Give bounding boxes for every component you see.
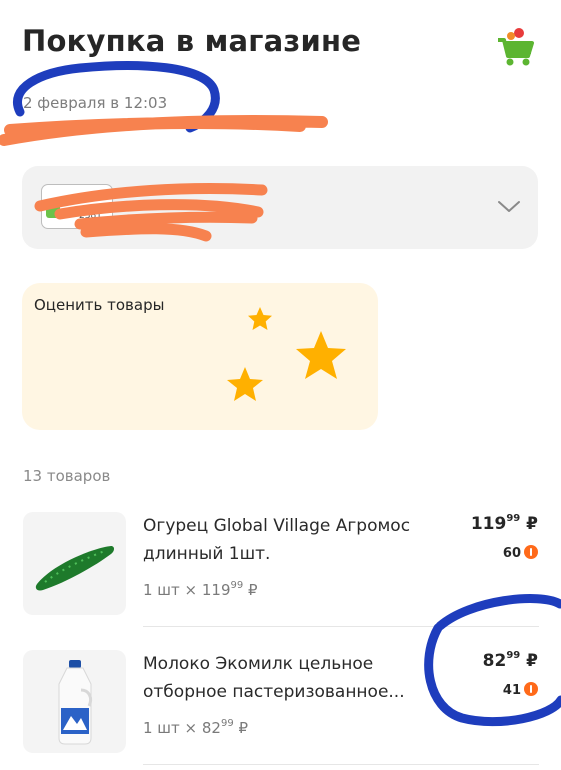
loyalty-card-number: 2381	[79, 211, 102, 221]
bonus-value: 60	[502, 546, 521, 561]
product-name[interactable]: Огурец Global Village Агромос длинный 1ш…	[143, 512, 463, 568]
currency-symbol: ₽	[238, 719, 249, 737]
product-image-milk[interactable]	[23, 650, 126, 753]
product-quantity: 1 шт × 11999 ₽	[143, 580, 258, 599]
qty-kopecks: 99	[220, 718, 234, 729]
store-logo-icon	[46, 204, 60, 218]
price-kopecks: 99	[506, 513, 521, 525]
price-rubles: 119	[470, 514, 507, 534]
bonus-coin-icon	[524, 545, 538, 559]
milk-bottle-image	[58, 660, 93, 745]
bonus-points: 60	[458, 545, 538, 561]
product-name[interactable]: Молоко Экомилк цельное отборное пастериз…	[143, 650, 463, 706]
rate-products-label: Оценить товары	[34, 296, 165, 314]
chevron-down-icon[interactable]	[496, 196, 522, 216]
shopping-cart-icon[interactable]	[497, 24, 535, 68]
qty-text: 1 шт × 82	[143, 719, 221, 737]
cucumber-image	[35, 546, 114, 591]
currency-symbol: ₽	[248, 581, 258, 599]
product-price: 8299 ₽	[418, 650, 538, 671]
product-quantity: 1 шт × 8299 ₽	[143, 718, 249, 737]
product-name-line1: Молоко Экомилк цельное	[143, 654, 374, 674]
stars-icon	[227, 307, 346, 401]
bonus-coin-icon	[524, 682, 538, 696]
product-name-line2: длинный 1шт.	[143, 544, 271, 564]
qty-text: 1 шт × 119	[143, 581, 231, 599]
currency-symbol: ₽	[526, 651, 538, 671]
product-price: 11999 ₽	[418, 513, 538, 534]
price-kopecks: 99	[506, 650, 521, 662]
items-count: 13 товаров	[23, 467, 111, 485]
page-title: Покупка в магазине	[22, 24, 362, 58]
bonus-value: 41	[502, 683, 521, 698]
qty-kopecks: 99	[230, 580, 244, 591]
product-image-cucumber[interactable]	[23, 512, 126, 615]
purchase-date: 2 февраля в 12:03	[23, 94, 168, 112]
divider	[143, 626, 539, 627]
bonus-points: 41	[458, 682, 538, 698]
product-name-line1: Огурец Global Village Агромос	[143, 516, 411, 536]
price-rubles: 82	[482, 651, 507, 671]
currency-symbol: ₽	[526, 514, 538, 534]
divider	[143, 764, 539, 765]
product-name-line2: отборное пастеризованное...	[143, 682, 405, 702]
